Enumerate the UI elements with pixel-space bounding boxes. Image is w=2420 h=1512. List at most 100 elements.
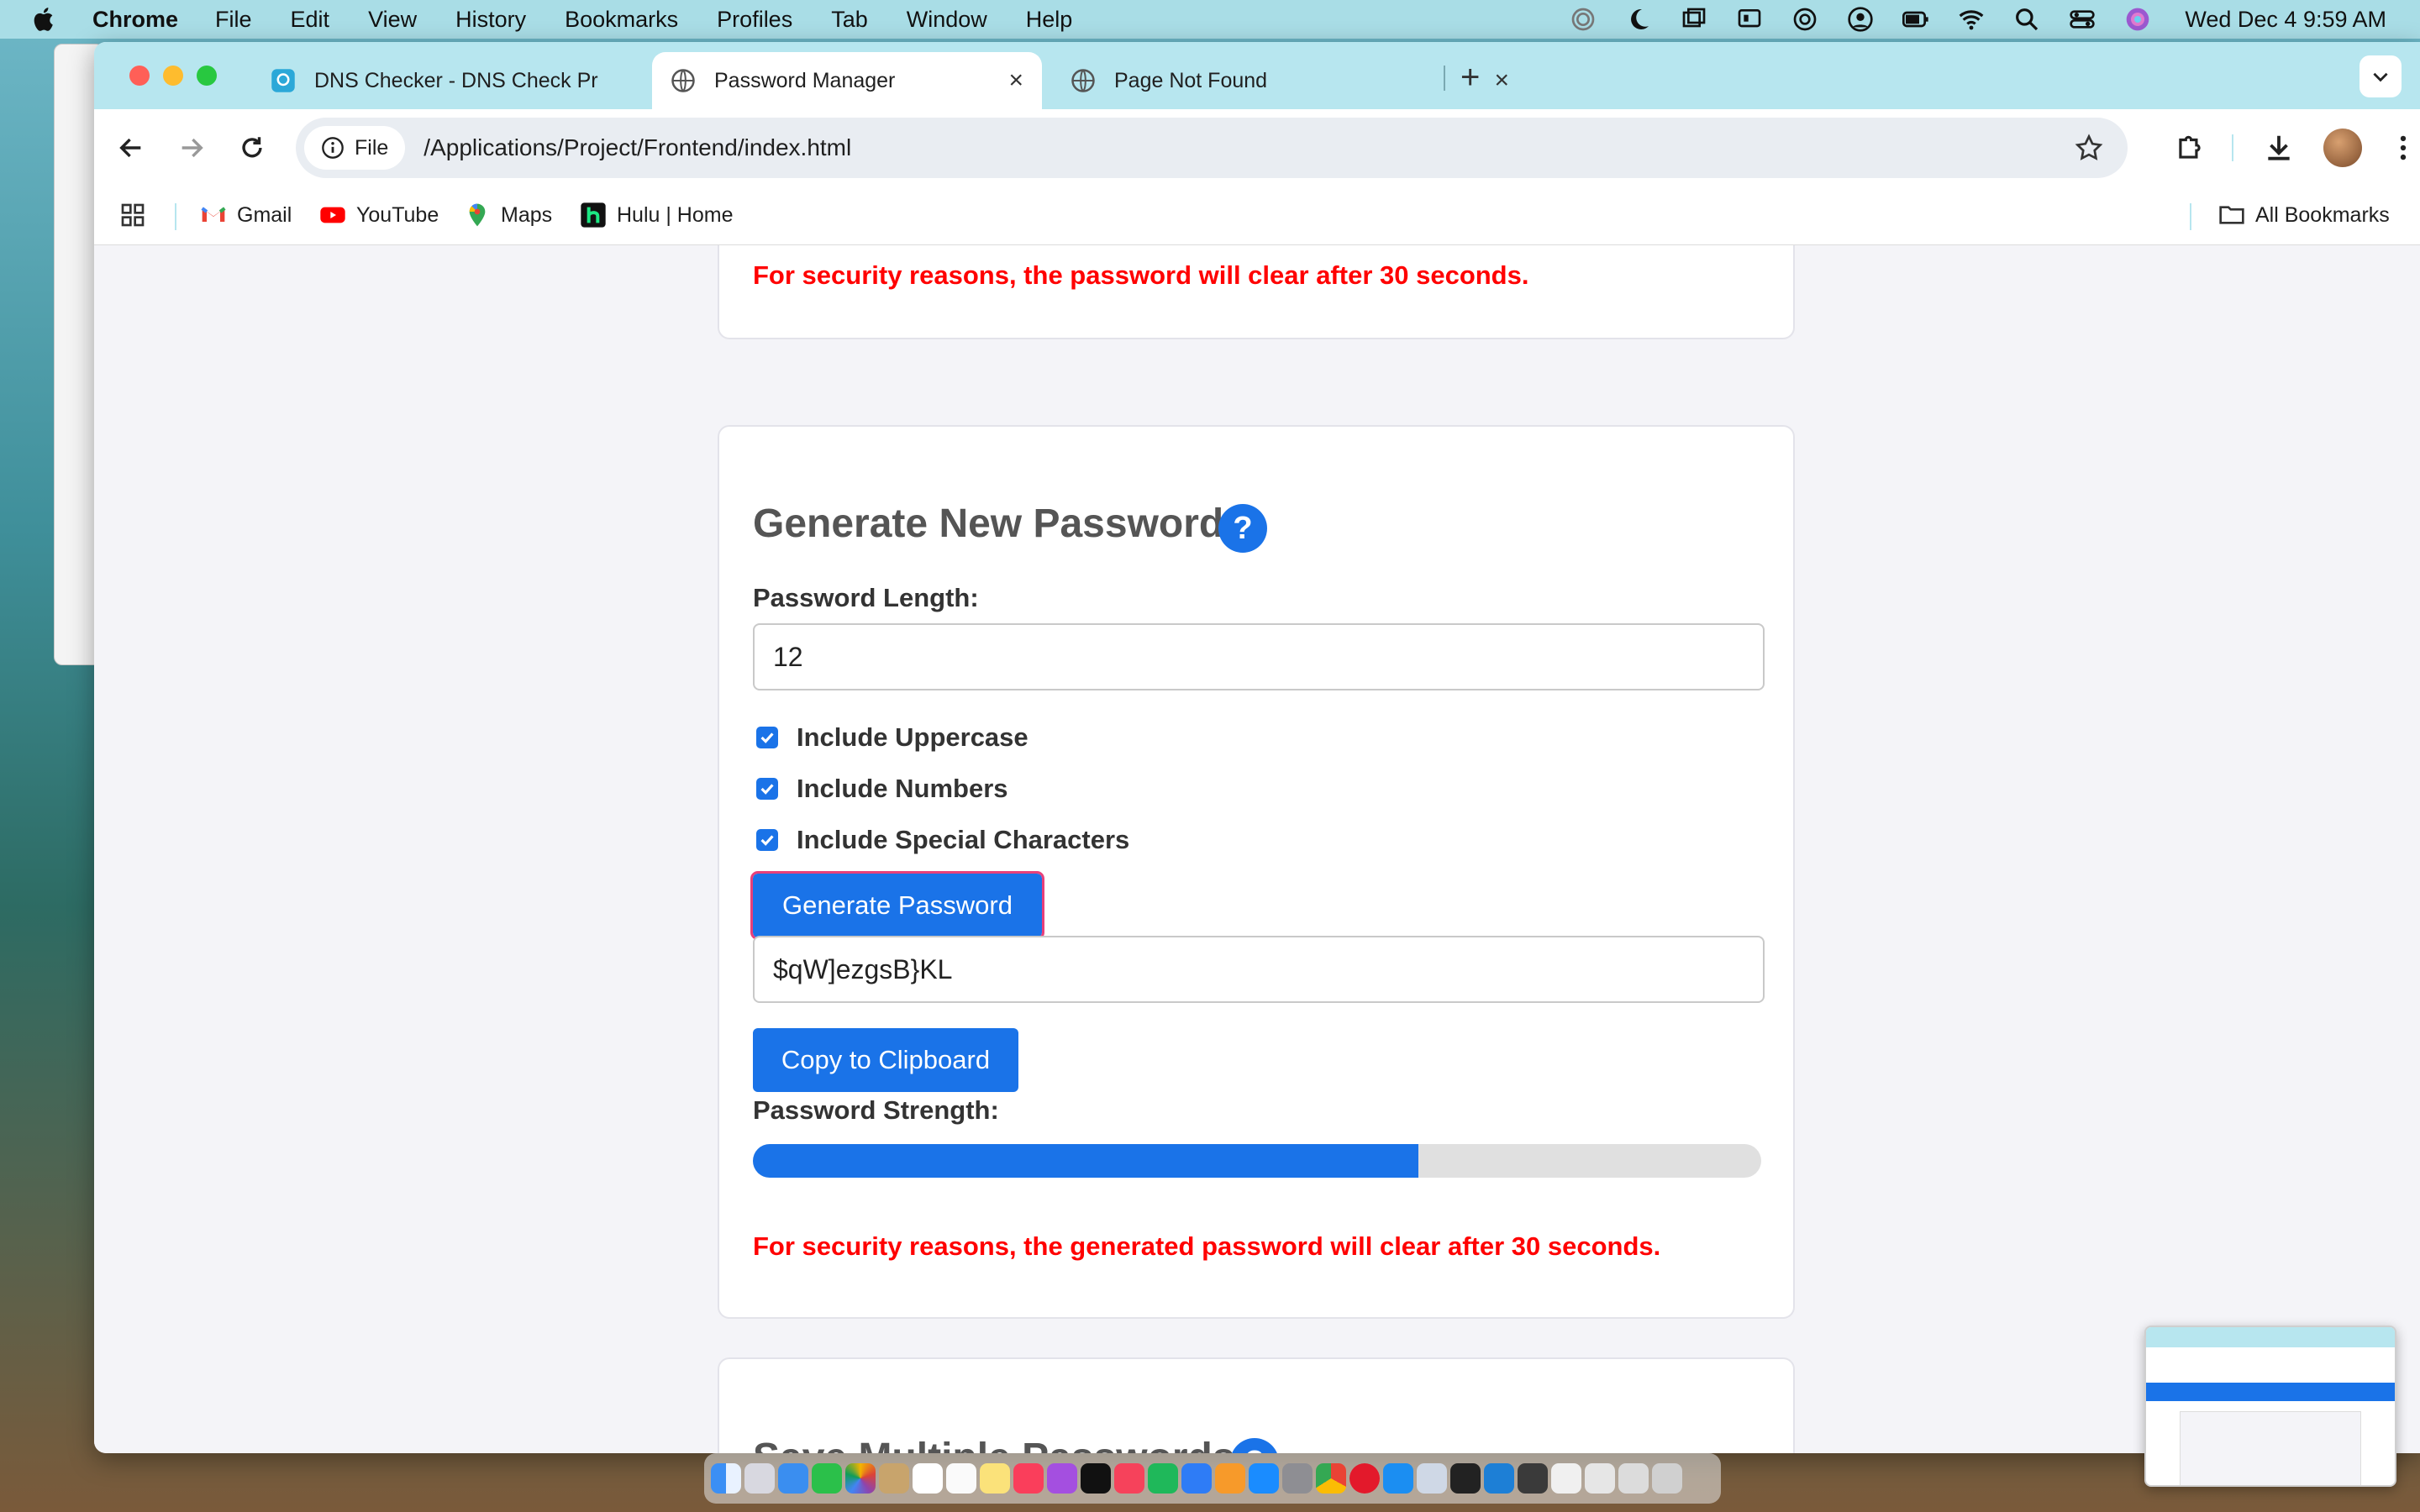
zoom-window-button[interactable]: [197, 66, 217, 86]
tab-page-not-found[interactable]: Page Not Found ×: [1052, 52, 1528, 109]
folder-icon: [2219, 206, 2244, 224]
utility-icon[interactable]: [1518, 1463, 1548, 1494]
back-button[interactable]: [111, 128, 151, 168]
generated-password-field[interactable]: $qW]ezgsB}KL: [753, 936, 1765, 1003]
close-window-button[interactable]: [129, 66, 150, 86]
include-special-characters-checkbox[interactable]: Include Special Characters: [756, 825, 1129, 855]
extensions-button[interactable]: [2170, 128, 2210, 168]
terminal-icon[interactable]: [1450, 1463, 1481, 1494]
finder-icon[interactable]: [711, 1463, 741, 1494]
copy-to-clipboard-button[interactable]: Copy to Clipboard: [753, 1028, 1018, 1092]
pages-icon[interactable]: [1215, 1463, 1245, 1494]
menu-profiles[interactable]: Profiles: [717, 7, 792, 33]
address-bar[interactable]: File /Applications/Project/Frontend/inde…: [296, 118, 2128, 178]
help-icon[interactable]: [1585, 1463, 1615, 1494]
music-icon[interactable]: [1013, 1463, 1044, 1494]
opera-icon[interactable]: [1349, 1463, 1380, 1494]
reload-button[interactable]: [232, 128, 272, 168]
dns-checker-favicon: [271, 69, 295, 92]
menu-bookmarks[interactable]: Bookmarks: [565, 7, 678, 33]
bookmark-hulu[interactable]: Hulu | Home: [580, 202, 734, 228]
calendar-icon[interactable]: [913, 1463, 943, 1494]
app-store-icon[interactable]: [1249, 1463, 1279, 1494]
generate-help-button[interactable]: ?: [1218, 504, 1267, 553]
generate-password-button[interactable]: Generate Password: [750, 871, 1044, 940]
include-numbers-checkbox[interactable]: Include Numbers: [756, 774, 1008, 804]
news-icon[interactable]: [1114, 1463, 1144, 1494]
help-question-icon: ?: [1233, 510, 1253, 546]
podcasts-icon[interactable]: [1047, 1463, 1077, 1494]
password-length-value: 12: [773, 641, 803, 672]
tab-title: Password Manager: [714, 68, 896, 92]
mail-icon[interactable]: [778, 1463, 808, 1494]
menu-view[interactable]: View: [368, 7, 417, 33]
system-settings-icon[interactable]: [1282, 1463, 1313, 1494]
preview-icon[interactable]: [1417, 1463, 1447, 1494]
url-text[interactable]: /Applications/Project/Frontend/index.htm…: [424, 134, 851, 161]
menu-help[interactable]: Help: [1026, 7, 1073, 33]
include-uppercase-checkbox[interactable]: Include Uppercase: [756, 722, 1028, 753]
save-multiple-passwords-card: Save Multiple Passwords ?: [718, 1357, 1795, 1453]
airdrop-icon[interactable]: [1791, 6, 1818, 33]
save-help-button[interactable]: ?: [1230, 1438, 1279, 1453]
facetime-icon[interactable]: [812, 1463, 842, 1494]
downloads-stack-icon[interactable]: [1618, 1463, 1649, 1494]
document-icon[interactable]: [1551, 1463, 1581, 1494]
all-bookmarks-button[interactable]: All Bookmarks: [2218, 202, 2390, 228]
battery-icon[interactable]: [1902, 6, 1929, 33]
password-length-input[interactable]: 12: [753, 623, 1765, 690]
chrome-icon[interactable]: [1316, 1463, 1346, 1494]
menu-window[interactable]: Window: [907, 7, 987, 33]
reminders-icon[interactable]: [946, 1463, 976, 1494]
site-info-chip[interactable]: File: [304, 126, 406, 170]
bookmarks-bar: Gmail YouTube Maps Hulu | Home All Bookm…: [94, 186, 2420, 245]
activity-icon[interactable]: [1570, 6, 1597, 33]
apple-menu-icon[interactable]: [30, 5, 59, 34]
xcode-icon[interactable]: [1383, 1463, 1413, 1494]
menu-app-name[interactable]: Chrome: [92, 7, 178, 33]
password-length-label: Password Length:: [753, 583, 979, 612]
wifi-icon[interactable]: [1958, 6, 1985, 33]
numbers-icon[interactable]: [1148, 1463, 1178, 1494]
windows-icon[interactable]: [1681, 6, 1707, 33]
profile-button[interactable]: [2323, 128, 2363, 168]
menu-clock[interactable]: Wed Dec 4 9:59 AM: [2185, 7, 2386, 33]
photos-icon[interactable]: [845, 1463, 876, 1494]
bookmark-star-icon[interactable]: [2074, 133, 2104, 163]
keynote-icon[interactable]: [1181, 1463, 1212, 1494]
tab-search-button[interactable]: [2360, 55, 2402, 97]
new-tab-button[interactable]: +: [1460, 59, 1480, 97]
tv-icon[interactable]: [1081, 1463, 1111, 1494]
contacts-icon[interactable]: [879, 1463, 909, 1494]
chrome-menu-button[interactable]: [2383, 128, 2420, 168]
bookmark-youtube[interactable]: YouTube: [319, 202, 439, 228]
forward-button[interactable]: [171, 128, 212, 168]
bookmark-gmail[interactable]: Gmail: [200, 202, 292, 228]
tab-password-manager[interactable]: Password Manager ×: [652, 52, 1042, 109]
menu-tab[interactable]: Tab: [831, 7, 868, 33]
close-tab-icon[interactable]: ×: [1008, 66, 1023, 95]
launchpad-icon[interactable]: [744, 1463, 775, 1494]
user-icon[interactable]: [1847, 6, 1874, 33]
menu-history[interactable]: History: [455, 7, 526, 33]
display-icon[interactable]: [1736, 6, 1763, 33]
minimize-window-button[interactable]: [163, 66, 183, 86]
moon-icon[interactable]: [1625, 6, 1652, 33]
spotlight-search-icon[interactable]: [2013, 6, 2040, 33]
siri-icon[interactable]: [2124, 6, 2151, 33]
view-password-card: For security reasons, the password will …: [718, 245, 1795, 339]
notes-icon[interactable]: [980, 1463, 1010, 1494]
menu-edit[interactable]: Edit: [291, 7, 330, 33]
menu-file[interactable]: File: [215, 7, 252, 33]
downloads-button[interactable]: [2259, 128, 2299, 168]
trash-icon[interactable]: [1652, 1463, 1682, 1494]
vscode-icon[interactable]: [1484, 1463, 1514, 1494]
screenshot-thumbnail-preview[interactable]: [2144, 1326, 2396, 1487]
checkbox-checked-icon: [756, 727, 778, 748]
bookmark-maps[interactable]: Maps: [464, 202, 552, 228]
close-tab-icon[interactable]: ×: [1494, 66, 1509, 95]
control-center-icon[interactable]: [2069, 6, 2096, 33]
browser-toolbar: File /Applications/Project/Frontend/inde…: [94, 109, 2420, 186]
thumbnail-tabstrip: [2146, 1327, 2395, 1347]
apps-button[interactable]: [119, 202, 146, 228]
